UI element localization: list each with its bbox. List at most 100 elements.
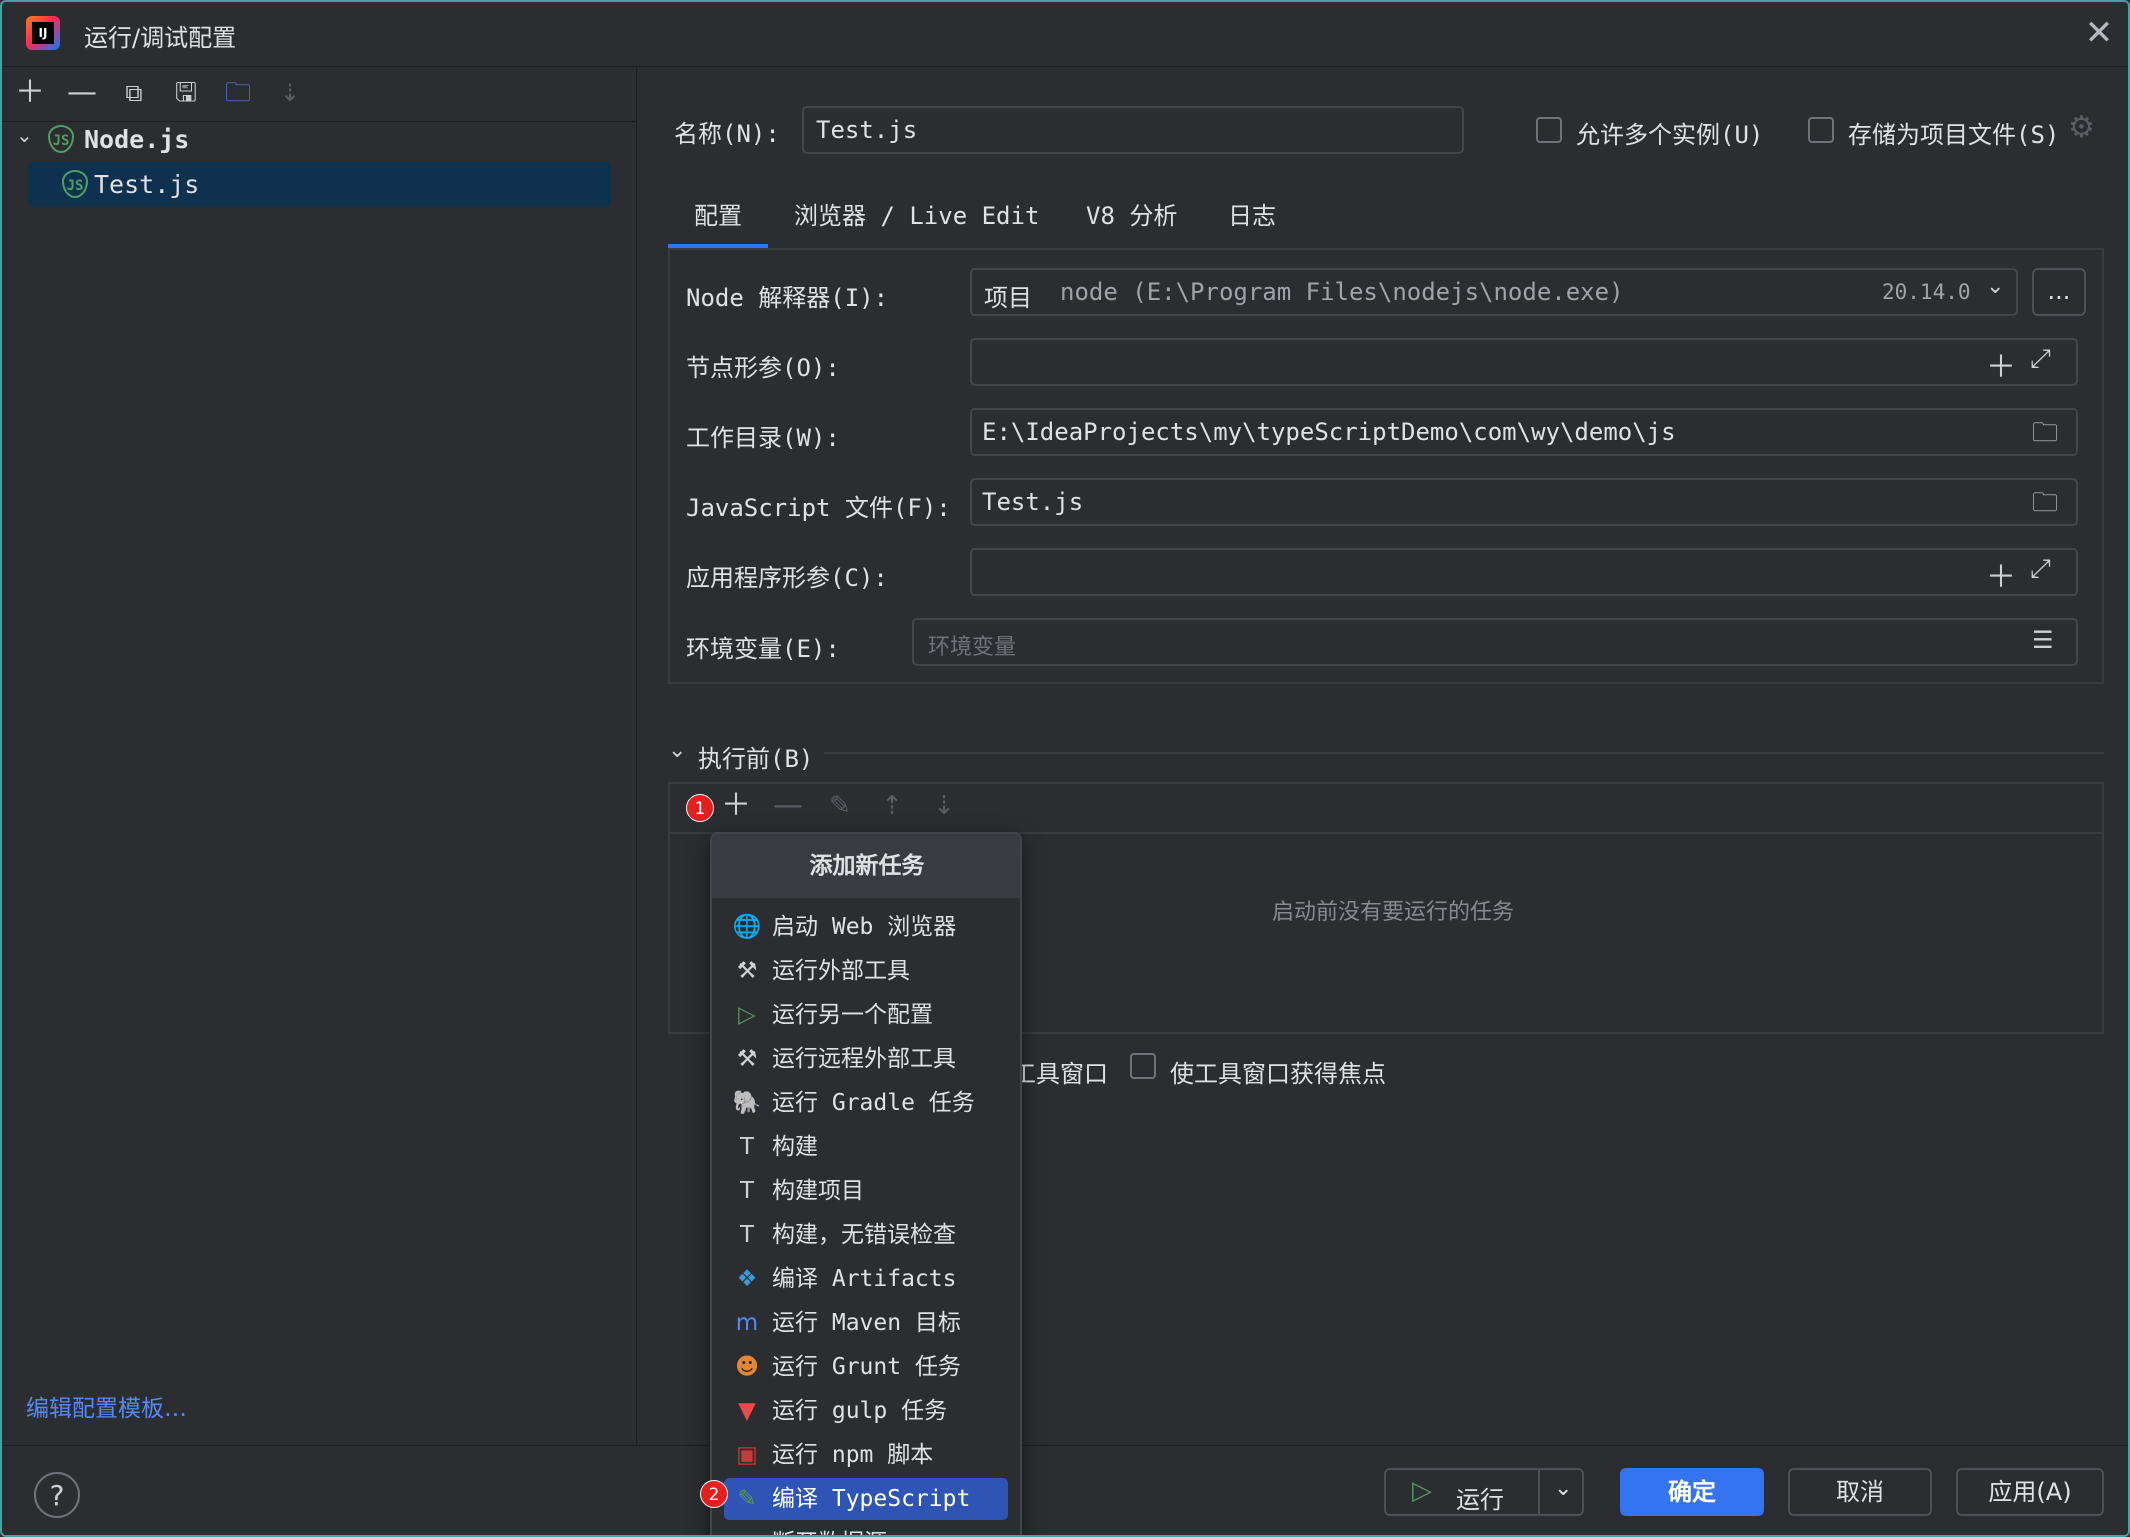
- folder-icon[interactable]: 🗀: [2032, 484, 2058, 528]
- tab-v8-profiling[interactable]: V8 分析: [1086, 196, 1177, 231]
- env-vars-input[interactable]: 环境变量 ☰: [912, 618, 2078, 666]
- add-task-icon[interactable]: ＋: [718, 788, 754, 824]
- play-icon: ▷: [738, 1002, 756, 1028]
- menu-item-label: 运行 Grunt 任务: [772, 1354, 961, 1380]
- edit-env-icon[interactable]: ☰: [2032, 626, 2054, 654]
- working-dir-input[interactable]: E:\IdeaProjects\my\typeScriptDemo\com\wy…: [970, 408, 2078, 456]
- store-project-file-checkbox[interactable]: [1808, 117, 1834, 143]
- artifacts-icon: ❖: [736, 1266, 758, 1292]
- sort-icon: ⇣: [279, 79, 301, 107]
- menu-item[interactable]: 🌐 启动 Web 浏览器: [724, 906, 1008, 948]
- before-launch-header[interactable]: 执行前(B): [698, 739, 813, 774]
- menu-item-label: 断开数据源: [772, 1530, 887, 1535]
- menu-item-label: 运行 Gradle 任务: [772, 1090, 975, 1116]
- menu-item-label: 运行远程外部工具: [772, 1046, 956, 1072]
- menu-item[interactable]: ❖ 编译 Artifacts: [724, 1258, 1008, 1300]
- chevron-down-icon[interactable]: ⌄: [668, 738, 686, 763]
- menu-item-label: 启动 Web 浏览器: [772, 914, 957, 940]
- menu-item-label: 构建: [772, 1134, 818, 1160]
- close-icon[interactable]: ✕: [2082, 16, 2116, 50]
- step-badge: 2: [700, 1480, 728, 1508]
- copy-config-icon[interactable]: ⧉: [116, 75, 152, 111]
- menu-item-label: 编译 TypeScript: [772, 1486, 971, 1512]
- app-params-label: 应用程序形参(C):: [686, 564, 888, 592]
- expand-icon[interactable]: ⤢: [2030, 554, 2051, 585]
- menu-item-label: 构建项目: [772, 1178, 864, 1204]
- menu-item[interactable]: ▣ 运行 npm 脚本: [724, 1434, 1008, 1476]
- tab-configuration[interactable]: 配置: [694, 196, 742, 231]
- menu-item[interactable]: T 构建: [724, 1126, 1008, 1168]
- ok-button[interactable]: 确定: [1620, 1468, 1764, 1516]
- hammer-icon: T: [739, 1222, 755, 1248]
- typescript-icon: ✎: [737, 1486, 757, 1512]
- play-icon: ▷: [1412, 1476, 1432, 1506]
- working-dir-label: 工作目录(W):: [686, 424, 840, 452]
- menu-item[interactable]: ▢ 断开数据源: [724, 1522, 1008, 1535]
- focus-window-checkbox[interactable]: [1130, 1053, 1156, 1079]
- config-sidebar: ＋ — ⧉ 🖫 🗀 ⇣ ⌄ JS Node.js JS Test.js 编辑配置…: [2, 67, 637, 1445]
- menu-item[interactable]: ⚒ 运行外部工具: [724, 950, 1008, 992]
- menu-item[interactable]: T 构建，无错误检查: [724, 1214, 1008, 1256]
- popup-title: 添加新任务: [712, 834, 1020, 898]
- menu-item-label: 运行外部工具: [772, 958, 910, 984]
- focus-window-label: 使工具窗口获得焦点: [1170, 1060, 1386, 1088]
- tab-browser-live-edit[interactable]: 浏览器 / Live Edit: [794, 196, 1039, 231]
- tab-logs[interactable]: 日志: [1228, 196, 1276, 231]
- no-tasks-text: 启动前没有要运行的任务: [1272, 900, 1515, 925]
- allow-parallel-label: 允许多个实例(U): [1576, 121, 1764, 149]
- tree-node-nodejs[interactable]: Node.js: [84, 125, 189, 154]
- remove-task-icon: —: [773, 788, 803, 823]
- menu-item-label: 运行另一个配置: [772, 1002, 933, 1028]
- allow-parallel-checkbox[interactable]: [1536, 117, 1562, 143]
- hammer-icon: T: [739, 1178, 755, 1204]
- name-input[interactable]: Test.js: [802, 106, 1464, 154]
- chevron-down-icon[interactable]: ⌄: [16, 123, 33, 147]
- expand-icon[interactable]: ⤢: [2030, 344, 2051, 375]
- node-interpreter-label: Node 解释器(I):: [686, 284, 889, 312]
- remove-config-icon[interactable]: —: [64, 75, 100, 111]
- menu-item[interactable]: m 运行 Maven 目标: [724, 1302, 1008, 1344]
- node-params-input[interactable]: ＋ ⤢: [970, 338, 2078, 386]
- apply-button[interactable]: 应用(A): [1956, 1468, 2104, 1516]
- js-file-input[interactable]: Test.js 🗀: [970, 478, 2078, 526]
- menu-item[interactable]: 🐘 运行 Gradle 任务: [724, 1082, 1008, 1124]
- folder-icon[interactable]: 🗀: [2032, 414, 2058, 458]
- npm-icon: ▣: [736, 1442, 758, 1468]
- menu-item[interactable]: ▼ 运行 gulp 任务: [724, 1390, 1008, 1432]
- save-config-icon[interactable]: 🖫: [168, 75, 204, 111]
- tools-icon: ⚒: [736, 1046, 758, 1072]
- add-icon[interactable]: ＋: [1986, 342, 2016, 386]
- run-split-button[interactable]: ▷ 运行 ⌄: [1384, 1468, 1584, 1516]
- menu-item[interactable]: ✎ 编译 TypeScript: [724, 1478, 1008, 1520]
- menu-item[interactable]: ⚒ 运行远程外部工具: [724, 1038, 1008, 1080]
- gulp-icon: ▼: [738, 1398, 756, 1424]
- gear-icon[interactable]: ⚙: [2068, 110, 2095, 145]
- hammer-icon: T: [739, 1134, 755, 1160]
- menu-item[interactable]: ▷ 运行另一个配置: [724, 994, 1008, 1036]
- nodejs-icon: JS: [48, 125, 74, 153]
- chevron-down-icon: ⌄: [1986, 274, 2005, 299]
- help-icon[interactable]: ?: [34, 1472, 80, 1518]
- menu-item[interactable]: T 构建项目: [724, 1170, 1008, 1212]
- add-config-icon[interactable]: ＋: [12, 75, 48, 111]
- menu-item-label: 运行 npm 脚本: [772, 1442, 934, 1468]
- chevron-down-icon[interactable]: ⌄: [1554, 1476, 1572, 1501]
- js-file-label: JavaScript 文件(F):: [686, 494, 951, 522]
- grunt-icon: ☻: [735, 1354, 759, 1380]
- env-vars-label: 环境变量(E):: [686, 635, 840, 663]
- menu-item-label: 运行 Maven 目标: [772, 1310, 961, 1336]
- new-folder-icon[interactable]: 🗀: [220, 75, 256, 111]
- tree-node-testjs[interactable]: Test.js: [94, 170, 199, 199]
- name-label: 名称(N):: [674, 120, 780, 148]
- step-badge: 1: [686, 794, 714, 822]
- add-icon[interactable]: ＋: [1986, 552, 2016, 596]
- browse-interpreter-button[interactable]: ...: [2032, 268, 2086, 316]
- menu-item[interactable]: ☻ 运行 Grunt 任务: [724, 1346, 1008, 1388]
- app-params-input[interactable]: ＋ ⤢: [970, 548, 2078, 596]
- title-bar: IJ 运行/调试配置 ✕: [2, 2, 2128, 67]
- node-params-label: 节点形参(O):: [686, 354, 840, 382]
- node-interpreter-select[interactable]: 项目 node (E:\Program Files\nodejs\node.ex…: [970, 268, 2018, 316]
- cancel-button[interactable]: 取消: [1788, 1468, 1932, 1516]
- node-version: 20.14.0: [1882, 280, 1971, 304]
- edit-templates-link[interactable]: 编辑配置模板…: [26, 1389, 187, 1423]
